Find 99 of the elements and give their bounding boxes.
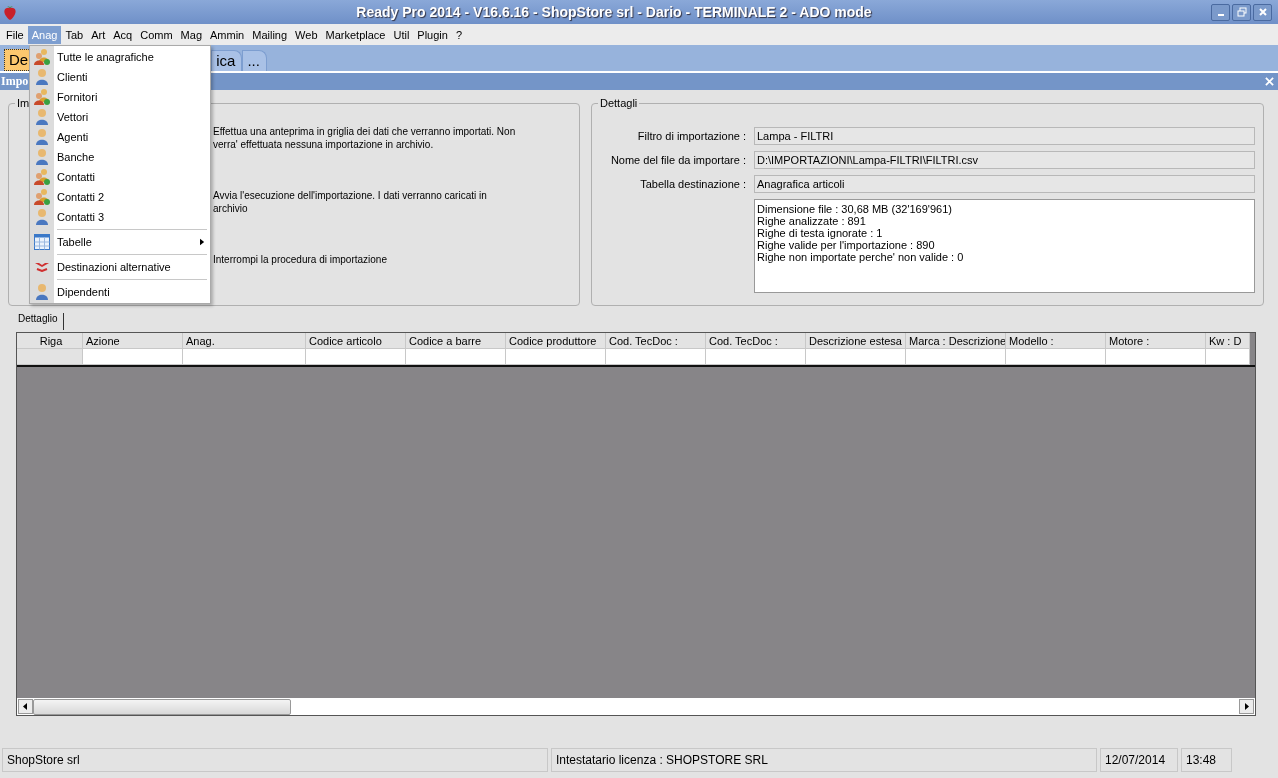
scroll-left-icon[interactable] [18,699,33,714]
read-only-field: Anagrafica articoli [754,175,1255,193]
field-label: Nome del file da importare : [609,154,746,166]
window-title: Ready Pro 2014 - V16.6.16 - ShopStore srl - Dario - TERMINALE 2 - ADO mode [355,4,873,20]
action-description: Interrompi la procedura di importazione [213,253,388,266]
menu-entry[interactable]: Dipendenti [30,282,210,302]
grid-cell[interactable] [183,349,306,365]
action-description: Avvia l'esecuzione dell'importazione. I dati verranno caricati in archivio [213,189,488,216]
column-header[interactable]: Kw : D [1206,333,1250,349]
column-header[interactable]: Codice articolo [306,333,406,349]
row-header-cell[interactable] [17,349,83,365]
restore-icon [1236,7,1247,17]
grid-cell[interactable] [506,349,606,365]
status-panel: Intestatario licenza : SHOPSTORE SRL [551,748,1097,772]
read-only-field: Lampa - FILTRI [754,127,1255,145]
close-icon[interactable] [1265,77,1274,86]
close-button[interactable] [1253,3,1272,21]
close-icon [1257,7,1268,17]
table-icon [33,233,51,251]
person-icon [33,148,51,166]
document-tab[interactable]: ... [242,50,267,71]
menu-item[interactable]: Art [87,25,110,44]
log-line: Righe valide per l'importazione : 890 [757,239,936,251]
document-tab[interactable]: ica [211,50,243,71]
grid-cell[interactable] [606,349,706,365]
people-icon [33,188,51,206]
minimize-button[interactable] [1211,3,1230,21]
column-header[interactable]: Anag. [183,333,306,349]
grid-cell[interactable] [906,349,1006,365]
people-icon [33,48,51,66]
grid-cell[interactable] [83,349,183,365]
menu-item[interactable]: Web [291,25,322,44]
log-line: Righe di testa ignorate : 1 [757,227,884,239]
restore-button[interactable] [1232,3,1251,21]
column-header[interactable]: Cod. TecDoc : [606,333,706,349]
group-title: Dettagli [599,97,639,109]
menu-item[interactable]: Mailing [248,25,292,44]
menu-entry[interactable]: Destinazioni alternative [30,257,210,277]
column-header[interactable]: Descrizione estesa [806,333,906,349]
grid-cell[interactable] [1006,349,1106,365]
menu-item[interactable]: ? [451,25,467,44]
arrows-icon [35,262,49,272]
field-label: Filtro di importazione : [636,130,746,142]
person-icon [33,283,51,301]
column-header[interactable]: Marca : Descrizione [906,333,1006,349]
status-panel: 12/07/2014 [1100,748,1178,772]
column-header[interactable]: Cod. TecDoc : [706,333,806,349]
menu-entry[interactable]: Contatti 3 [30,207,210,227]
strawberry-icon [3,4,17,20]
menu-item[interactable]: Comm [136,25,177,44]
scroll-thumb[interactable] [33,698,291,715]
menu-item[interactable]: File [2,25,28,44]
grid-cell[interactable] [806,349,906,365]
column-header[interactable]: Azione [83,333,183,349]
submenu-arrow-icon [200,238,205,246]
menu-entry[interactable]: Contatti 2 [30,187,210,207]
action-description: Effettua una anteprima in griglia dei dati che verranno importati. Non verra' effettuata nessuna importazione in archivio. [213,125,517,152]
column-header[interactable]: Codice a barre [406,333,506,349]
grid-cell[interactable] [1206,349,1250,365]
menu-item[interactable]: Mag [176,25,206,44]
column-header[interactable]: Riga [17,333,83,349]
menu-item[interactable]: Ammin [206,25,249,44]
person-icon [33,108,51,126]
person-icon [33,68,51,86]
menu-entry[interactable]: Agenti [30,127,210,147]
menu-item[interactable]: Acq [109,25,137,44]
menu-item[interactable]: Util [389,25,414,44]
menu-entry[interactable]: Contatti [30,167,210,187]
menu-entry[interactable]: Tabelle [30,232,210,252]
grid-cell[interactable] [306,349,406,365]
status-panel: 13:48 [1181,748,1232,772]
field-label: Tabella destinazione : [639,178,746,190]
people-icon [33,88,51,106]
log-line: Righe non importate perche' non valide : 0 [757,251,965,263]
log-line: Righe analizzate : 891 [757,215,867,227]
person-icon [33,128,51,146]
column-header[interactable]: Motore : [1106,333,1206,349]
grid-cell[interactable] [706,349,806,365]
menu-item[interactable]: Plugin [413,25,452,44]
scroll-right-icon[interactable] [1239,699,1254,714]
person-icon [33,208,51,226]
horizontal-scrollbar[interactable] [17,698,1255,715]
menu-entry[interactable]: Fornitori [30,87,210,107]
detail-tab[interactable]: Dettaglio [10,313,65,330]
minimize-icon [1217,14,1224,16]
grid-cell[interactable] [406,349,506,365]
menu-item[interactable]: Marketplace [321,25,390,44]
column-header[interactable]: Codice produttore [506,333,606,349]
log-line: Dimensione file : 30,68 MB (32'169'961) [757,203,953,215]
read-only-field: D:\IMPORTAZIONI\Lampa-FILTRI\FILTRI.csv [754,151,1255,169]
menu-item[interactable]: Tab [61,25,88,44]
menu-entry[interactable]: Banche [30,147,210,167]
grid-cell[interactable] [1106,349,1206,365]
panel-title: Impo [0,73,29,90]
status-panel: ShopStore srl [2,748,548,772]
people-icon [33,168,51,186]
menu-entry[interactable]: Vettori [30,107,210,127]
column-header[interactable]: Modello : [1006,333,1106,349]
group-title: Im [16,97,31,109]
